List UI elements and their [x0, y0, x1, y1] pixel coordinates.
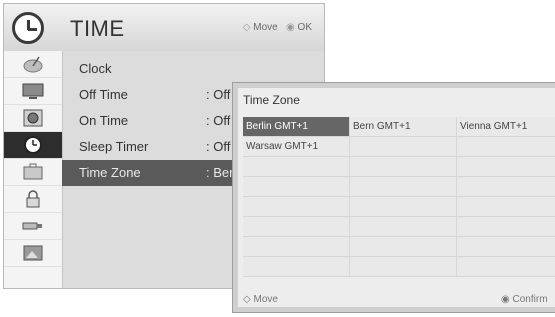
grid-cell — [350, 257, 457, 276]
briefcase-icon — [23, 163, 43, 180]
move-arrows-icon: ◇ — [242, 22, 251, 33]
zone-option-empty — [350, 137, 457, 156]
grid-cell — [457, 217, 555, 236]
zone-option-berlin[interactable]: Berlin GMT+1 — [243, 117, 350, 136]
grid-cell — [457, 177, 555, 196]
grid-cell — [243, 217, 350, 236]
grid-row — [243, 197, 555, 217]
ok-button-icon: ◉ — [286, 22, 295, 33]
grid-cell — [350, 157, 457, 176]
menu-item-value: : Off — [206, 87, 231, 102]
grid-cell — [457, 197, 555, 216]
lock-icon — [26, 190, 40, 208]
category-sidebar — [4, 51, 63, 288]
sidebar-item-usb[interactable] — [4, 213, 62, 240]
move-hint: ◇ Move — [243, 294, 278, 305]
popup-title: Time Zone — [243, 93, 300, 107]
grid-cell — [350, 197, 457, 216]
grid-cell — [457, 157, 555, 176]
grid-cell — [243, 157, 350, 176]
popup-footer: ◇ Move ◉ Confirm — [238, 293, 555, 307]
grid-row: Warsaw GMT+1 — [243, 137, 555, 157]
sidebar-item-picture[interactable] — [4, 78, 62, 105]
clock-icon — [24, 136, 42, 154]
zone-option-vienna[interactable]: Vienna GMT+1 — [457, 117, 555, 136]
monitor-icon — [22, 83, 44, 99]
menu-item-label: Clock — [79, 61, 112, 76]
move-arrows-icon: ◇ — [243, 294, 251, 305]
grid-cell — [243, 257, 350, 276]
sidebar-item-lock[interactable] — [4, 186, 62, 213]
menu-item-value: : Off — [206, 113, 231, 128]
menu-item-clock[interactable]: Clock — [62, 56, 324, 82]
popup-body: Time Zone Berlin GMT+1 Bern GMT+1 Vienna… — [238, 88, 555, 307]
grid-cell — [457, 237, 555, 256]
grid-row — [243, 217, 555, 237]
usb-icon — [22, 222, 42, 230]
zone-option-empty — [457, 137, 555, 156]
confirm-button-icon: ◉ — [501, 294, 510, 305]
grid-cell — [243, 197, 350, 216]
grid-cell — [350, 177, 457, 196]
time-zone-popup: Time Zone Berlin GMT+1 Bern GMT+1 Vienna… — [232, 82, 555, 313]
sidebar-item-channel[interactable] — [4, 51, 62, 78]
grid-cell — [350, 217, 457, 236]
sidebar-item-time[interactable] — [4, 132, 62, 159]
zone-option-warsaw[interactable]: Warsaw GMT+1 — [243, 137, 350, 156]
confirm-hint: ◉ Confirm — [501, 294, 548, 305]
grid-cell — [457, 257, 555, 276]
move-hint-label: Move — [253, 22, 278, 33]
footer-move-label: Move — [253, 294, 278, 305]
grid-row — [243, 177, 555, 197]
ok-hint-label: OK — [297, 22, 312, 33]
grid-cell — [243, 177, 350, 196]
grid-row — [243, 157, 555, 177]
grid-row: Berlin GMT+1 Bern GMT+1 Vienna GMT+1 — [243, 117, 555, 137]
satellite-dish-icon — [23, 56, 43, 73]
photo-icon — [23, 245, 43, 261]
zone-option-bern[interactable]: Bern GMT+1 — [350, 117, 457, 136]
page-title: TIME — [70, 16, 125, 41]
time-zone-grid: Berlin GMT+1 Bern GMT+1 Vienna GMT+1 War… — [243, 117, 555, 277]
menu-item-label: On Time — [79, 113, 129, 128]
grid-cell — [350, 237, 457, 256]
navigation-hint: ◇ Move ◉ OK — [243, 22, 312, 33]
grid-row — [243, 237, 555, 257]
sidebar-item-audio[interactable] — [4, 105, 62, 132]
grid-row — [243, 257, 555, 277]
sidebar-item-photo[interactable] — [4, 240, 62, 267]
sidebar-item-option[interactable] — [4, 159, 62, 186]
footer-confirm-label: Confirm — [512, 294, 548, 305]
menu-item-label: Time Zone — [79, 165, 141, 180]
menu-header: TIME ◇ Move ◉ OK — [4, 4, 324, 51]
menu-item-label: Sleep Timer — [79, 139, 149, 154]
grid-cell — [243, 237, 350, 256]
clock-icon — [12, 12, 44, 44]
speaker-icon — [23, 109, 43, 127]
menu-item-label: Off Time — [79, 87, 128, 102]
menu-item-value: : Off — [206, 139, 231, 154]
